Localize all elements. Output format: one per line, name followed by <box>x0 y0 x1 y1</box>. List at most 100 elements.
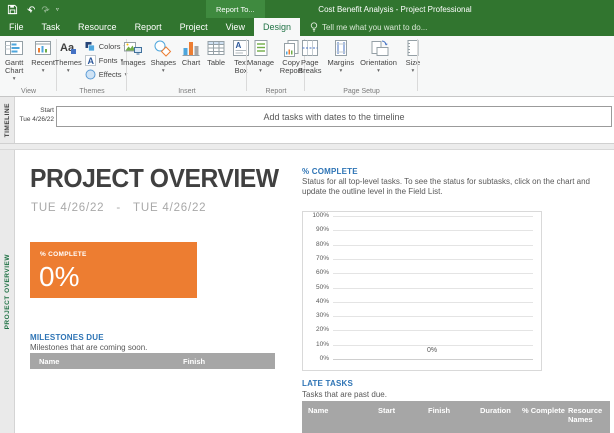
ribbon-tab-design[interactable]: Design <box>254 18 300 36</box>
contextual-tab-group[interactable]: Report To... <box>206 0 265 18</box>
effects-icon <box>85 69 96 80</box>
timeline-pane-tab[interactable]: TIMELINE <box>0 97 15 143</box>
table-icon <box>206 38 226 58</box>
recent-button[interactable]: Recent ▾ <box>31 38 55 75</box>
tell-me-label: Tell me what you want to do... <box>322 23 427 32</box>
column-header--complete: % Complete <box>522 406 566 415</box>
milestones-table-header[interactable]: Name Finish <box>30 353 275 369</box>
ribbon-group-report: Manage ▾ Copy Report Report <box>247 36 305 96</box>
column-header-finish: Finish <box>183 357 263 366</box>
ribbon-tab-file[interactable]: File <box>0 18 33 36</box>
percent-complete-card-value: 0% <box>39 261 197 293</box>
gridline <box>333 273 533 274</box>
manage-button[interactable]: Manage ▾ <box>247 38 274 75</box>
report-finish-date: TUE 4/26/22 <box>133 202 206 214</box>
customize-qat-icon[interactable]: ▿ <box>56 6 59 13</box>
redo-button[interactable]: ↷▾ <box>41 0 46 18</box>
themes-button[interactable]: Aa Themes ▾ <box>55 38 82 75</box>
report-pane-label: PROJECT OVERVIEW <box>4 254 11 329</box>
effects-button[interactable]: Effects ▾ <box>85 69 128 80</box>
save-icon[interactable] <box>7 4 18 15</box>
chart-icon <box>181 38 201 58</box>
images-button[interactable]: Images <box>121 38 146 67</box>
y-axis-tick-label: 10% <box>303 341 329 348</box>
ribbon-tab-resource[interactable]: Resource <box>69 18 126 36</box>
images-icon <box>123 38 143 58</box>
timeline-pane-label: TIMELINE <box>4 103 11 137</box>
orientation-label: Orientation <box>360 59 397 67</box>
project-professional-window: ↶▾ ↷▾ ▿ Report To... Cost Benefit Analys… <box>0 0 614 433</box>
gridline <box>333 359 533 360</box>
size-button[interactable]: Size ▾ <box>403 38 423 75</box>
gantt-chart-icon <box>4 38 24 58</box>
bar-data-label: 0% <box>427 347 437 354</box>
late-tasks-table-header[interactable]: NameStartFinishDuration% CompleteResourc… <box>302 401 610 433</box>
size-label: Size <box>406 59 421 67</box>
percent-complete-chart[interactable]: 100%90%80%70%60%50%40%30%20%10%0%0% <box>302 211 542 371</box>
recent-icon <box>33 38 53 58</box>
percent-complete-heading: % COMPLETE <box>302 167 358 176</box>
gantt-chart-button[interactable]: Gantt Chart ▾ <box>0 38 28 83</box>
ribbon-group-view: Gantt Chart ▾ Recent ▾ View <box>0 36 57 96</box>
margins-button[interactable]: Margins ▾ <box>327 38 354 75</box>
y-axis-tick-label: 70% <box>303 255 329 262</box>
y-axis-tick-label: 50% <box>303 284 329 291</box>
milestones-due-heading: MILESTONES DUE <box>30 333 104 342</box>
dropdown-arrow-icon: ▾ <box>411 67 414 75</box>
fonts-icon: A <box>85 55 96 66</box>
column-header-name: Name <box>39 357 159 366</box>
column-header-name: Name <box>308 406 372 415</box>
fonts-label: Fonts <box>99 56 118 65</box>
report-pane-tab[interactable]: PROJECT OVERVIEW <box>0 150 15 433</box>
themes-icon: Aa <box>58 38 78 58</box>
column-header-start: Start <box>378 406 424 415</box>
shapes-button[interactable]: Shapes ▾ <box>151 38 176 75</box>
orientation-icon <box>369 38 389 58</box>
table-label: Table <box>207 59 225 67</box>
window-title: Cost Benefit Analysis - Project Professi… <box>270 0 520 18</box>
y-axis-tick-label: 60% <box>303 269 329 276</box>
ribbon-tab-task[interactable]: Task <box>33 18 70 36</box>
ribbon-tab-view[interactable]: View <box>217 18 254 36</box>
dropdown-arrow-icon: ▾ <box>339 67 342 75</box>
gridline <box>333 345 533 346</box>
group-label-themes: Themes <box>57 88 127 95</box>
y-axis-tick-label: 0% <box>303 355 329 362</box>
percent-complete-card[interactable]: % COMPLETE 0% <box>30 242 197 298</box>
milestones-due-description: Milestones that are coming soon. <box>30 343 147 353</box>
group-label-report: Report <box>247 88 305 95</box>
margins-icon <box>331 38 351 58</box>
gridline <box>333 288 533 289</box>
y-axis-tick-label: 80% <box>303 241 329 248</box>
undo-button[interactable]: ↶▾ <box>27 0 32 18</box>
column-header-resource-names: Resource Names <box>568 406 608 424</box>
shapes-icon <box>153 38 173 58</box>
gridline <box>333 330 533 331</box>
manage-icon <box>251 38 271 58</box>
y-axis-tick-label: 100% <box>303 212 329 219</box>
ribbon-group-themes: Aa Themes ▾ Colors ▾ A Fonts ▾ <box>57 36 127 96</box>
group-label-view: View <box>0 88 57 95</box>
group-label-page-setup: Page Setup <box>305 88 418 95</box>
chart-button[interactable]: Chart <box>181 38 201 67</box>
timeline-bar[interactable]: Add tasks with dates to the timeline <box>56 106 612 127</box>
y-axis-tick-label: 90% <box>303 226 329 233</box>
page-breaks-button[interactable]: Page Breaks <box>298 38 321 75</box>
dropdown-arrow-icon: ▾ <box>67 67 70 75</box>
tell-me-box[interactable]: Tell me what you want to do... <box>300 18 437 36</box>
colors-label: Colors <box>99 42 121 51</box>
ribbon-tab-report[interactable]: Report <box>126 18 171 36</box>
report-pane: PROJECT OVERVIEW PROJECT OVERVIEW TUE 4/… <box>0 150 614 433</box>
y-axis-tick-label: 20% <box>303 326 329 333</box>
images-label: Images <box>121 59 146 67</box>
timeline-pane: TIMELINE Start Tue 4/26/22 Add tasks wit… <box>0 97 614 144</box>
gridline <box>333 259 533 260</box>
column-header-duration: Duration <box>480 406 520 415</box>
shapes-label: Shapes <box>151 59 176 67</box>
orientation-button[interactable]: Orientation ▾ <box>360 38 397 75</box>
report-title: PROJECT OVERVIEW <box>30 163 279 194</box>
ribbon-tab-project[interactable]: Project <box>171 18 217 36</box>
gridline <box>333 302 533 303</box>
ribbon-group-page-setup: Page Breaks Margins ▾ Orientation ▾ Size… <box>305 36 418 96</box>
table-button[interactable]: Table <box>206 38 226 67</box>
